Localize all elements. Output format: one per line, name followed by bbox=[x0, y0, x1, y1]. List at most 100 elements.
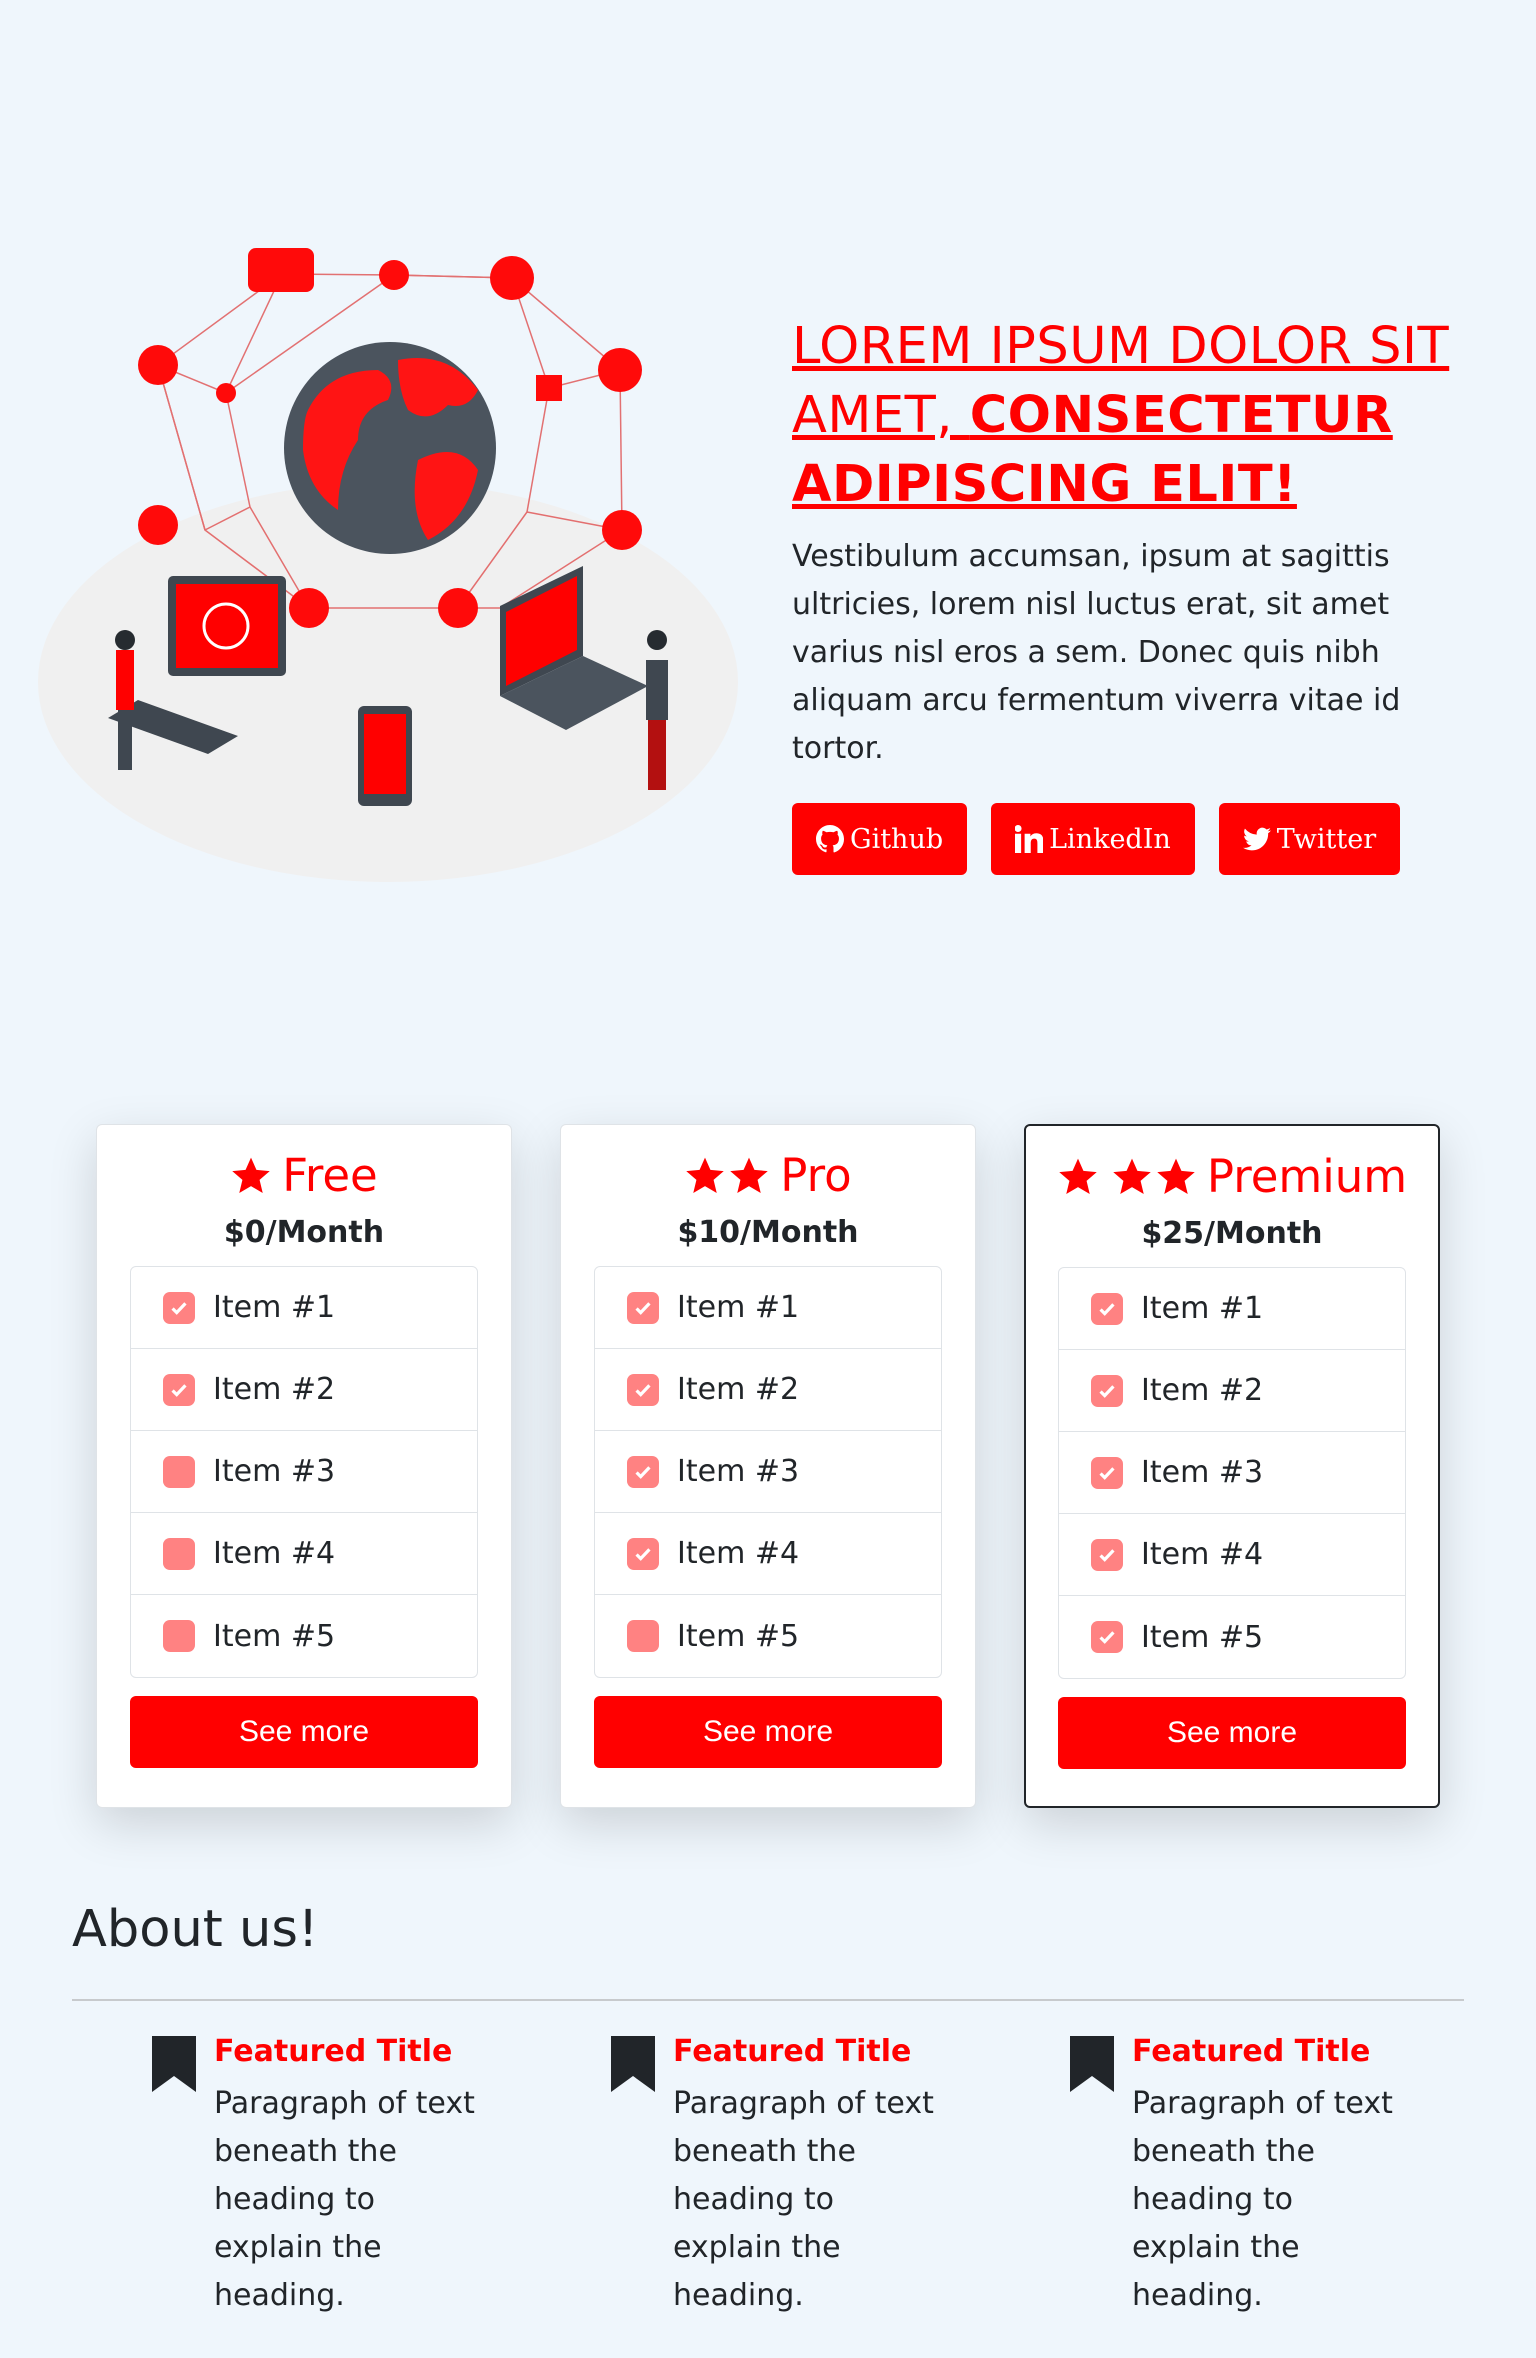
check-icon bbox=[635, 1301, 651, 1315]
star-icon bbox=[1059, 1158, 1097, 1194]
feature-title: Featured Title bbox=[673, 2034, 912, 2069]
item-label: Item #4 bbox=[1141, 1537, 1264, 1572]
star-icon bbox=[1113, 1158, 1151, 1194]
see-more-button[interactable]: See more bbox=[1058, 1697, 1406, 1769]
divider bbox=[72, 1999, 1464, 2001]
feature-title: Featured Title bbox=[1132, 2034, 1371, 2069]
feature-item: Featured Title Paragraph of text beneath… bbox=[150, 2032, 609, 2320]
list-item: Item #2 bbox=[131, 1349, 477, 1431]
list-item: Item #5 bbox=[595, 1595, 941, 1677]
linkedin-label: LinkedIn bbox=[1049, 823, 1171, 855]
plan-feature-list: Item #1 Item #2 Item #3 Item #4 Item #5 bbox=[130, 1266, 478, 1678]
check-icon bbox=[1099, 1384, 1115, 1398]
twitter-button[interactable]: Twitter bbox=[1218, 803, 1401, 875]
checkbox[interactable] bbox=[163, 1373, 195, 1406]
feature-text: Paragraph of text beneath the heading to… bbox=[214, 2086, 475, 2313]
check-icon bbox=[171, 1301, 187, 1315]
check-icon bbox=[1099, 1631, 1115, 1644]
list-item: Item #4 bbox=[1059, 1514, 1405, 1596]
check-icon bbox=[1099, 1548, 1115, 1562]
star-icon bbox=[686, 1157, 725, 1193]
checkbox[interactable] bbox=[163, 1620, 195, 1652]
github-button[interactable]: Github bbox=[792, 803, 968, 875]
features-row: Featured Title Paragraph of text beneath… bbox=[150, 2032, 1527, 2320]
feature-text: Paragraph of text beneath the heading to… bbox=[1132, 2086, 1393, 2313]
see-more-button[interactable]: See more bbox=[594, 1696, 942, 1768]
star-icons bbox=[230, 1155, 272, 1197]
item-label: Item #1 bbox=[677, 1290, 800, 1325]
plan-title: Premium bbox=[1057, 1150, 1407, 1204]
see-more-button[interactable]: See more bbox=[130, 1696, 478, 1768]
list-item: Item #1 bbox=[1059, 1268, 1405, 1350]
checkbox[interactable] bbox=[163, 1455, 195, 1488]
list-item: Item #4 bbox=[131, 1513, 477, 1595]
plan-card-free: Free $0/Month Item #1 Item #2 Item #3 It… bbox=[96, 1124, 512, 1808]
list-item: Item #1 bbox=[595, 1267, 941, 1349]
social-buttons: Github LinkedIn Twitter bbox=[792, 803, 1472, 875]
item-label: Item #4 bbox=[677, 1536, 800, 1571]
item-label: Item #2 bbox=[677, 1372, 800, 1407]
item-label: Item #3 bbox=[677, 1454, 800, 1489]
checkbox[interactable] bbox=[627, 1373, 659, 1406]
linkedin-icon bbox=[1015, 825, 1044, 853]
checkbox[interactable] bbox=[1091, 1538, 1123, 1571]
item-label: Item #4 bbox=[213, 1536, 336, 1571]
star-icons bbox=[684, 1155, 770, 1197]
plan-card-premium: Premium $25/Month Item #1 Item #2 Item #… bbox=[1024, 1124, 1440, 1808]
item-label: Item #3 bbox=[213, 1454, 336, 1489]
plan-price: $25/Month bbox=[1141, 1216, 1323, 1251]
star-icon bbox=[232, 1157, 270, 1193]
check-icon bbox=[171, 1383, 187, 1397]
github-label: Github bbox=[850, 823, 944, 855]
checkbox[interactable] bbox=[163, 1291, 195, 1324]
plan-title: Pro bbox=[684, 1149, 852, 1203]
checkbox[interactable] bbox=[163, 1537, 195, 1570]
hero-description: Vestibulum accumsan, ipsum at sagittis u… bbox=[792, 539, 1401, 766]
checkbox[interactable] bbox=[627, 1620, 659, 1652]
list-item: Item #3 bbox=[131, 1431, 477, 1513]
feature-title: Featured Title bbox=[214, 2034, 453, 2069]
about-title: About us! bbox=[72, 1900, 319, 1959]
bookmark-icon bbox=[150, 2036, 198, 2092]
item-label: Item #1 bbox=[1141, 1291, 1264, 1326]
item-label: Item #2 bbox=[1141, 1373, 1264, 1408]
github-icon bbox=[816, 825, 844, 853]
hero-title: LOREM IPSUM DOLOR SIT AMET, CONSECTETUR … bbox=[792, 312, 1472, 519]
checkbox[interactable] bbox=[1091, 1374, 1123, 1407]
bookmark-icon bbox=[1068, 2036, 1116, 2092]
checkbox[interactable] bbox=[627, 1537, 659, 1570]
pricing-section: Free $0/Month Item #1 Item #2 Item #3 It… bbox=[96, 1124, 1440, 1808]
item-label: Item #1 bbox=[213, 1290, 336, 1325]
check-icon bbox=[635, 1465, 651, 1479]
check-icon bbox=[1099, 1302, 1115, 1316]
plan-price: $10/Month bbox=[677, 1215, 859, 1250]
item-label: Item #5 bbox=[1141, 1619, 1264, 1655]
twitter-label: Twitter bbox=[1276, 823, 1377, 855]
checkbox[interactable] bbox=[1091, 1621, 1123, 1653]
plan-feature-list: Item #1 Item #2 Item #3 Item #4 Item #5 bbox=[594, 1266, 942, 1678]
check-icon bbox=[1099, 1466, 1115, 1480]
linkedin-button[interactable]: LinkedIn bbox=[991, 803, 1195, 875]
hero-illustration bbox=[38, 230, 738, 890]
plan-name: Free bbox=[282, 1149, 378, 1202]
star-icon bbox=[1157, 1158, 1195, 1194]
plan-feature-list: Item #1 Item #2 Item #3 Item #4 Item #5 bbox=[1058, 1267, 1406, 1679]
checkbox[interactable] bbox=[627, 1291, 659, 1324]
item-label: Item #3 bbox=[1141, 1455, 1264, 1490]
feature-text: Paragraph of text beneath the heading to… bbox=[673, 2086, 934, 2313]
feature-item: Featured Title Paragraph of text beneath… bbox=[1068, 2032, 1527, 2320]
item-label: Item #5 bbox=[213, 1618, 336, 1654]
bookmark-icon bbox=[609, 2036, 657, 2092]
list-item: Item #3 bbox=[1059, 1432, 1405, 1514]
list-item: Item #2 bbox=[595, 1349, 941, 1431]
checkbox[interactable] bbox=[1091, 1292, 1123, 1325]
list-item: Item #4 bbox=[595, 1513, 941, 1595]
plan-price: $0/Month bbox=[223, 1215, 385, 1250]
plan-name: Pro bbox=[780, 1149, 852, 1202]
checkbox[interactable] bbox=[1091, 1456, 1123, 1489]
plan-name: Premium bbox=[1206, 1150, 1408, 1203]
list-item: Item #2 bbox=[1059, 1350, 1405, 1432]
checkbox[interactable] bbox=[627, 1455, 659, 1488]
star-icons bbox=[1057, 1156, 1197, 1198]
check-icon bbox=[635, 1547, 651, 1561]
